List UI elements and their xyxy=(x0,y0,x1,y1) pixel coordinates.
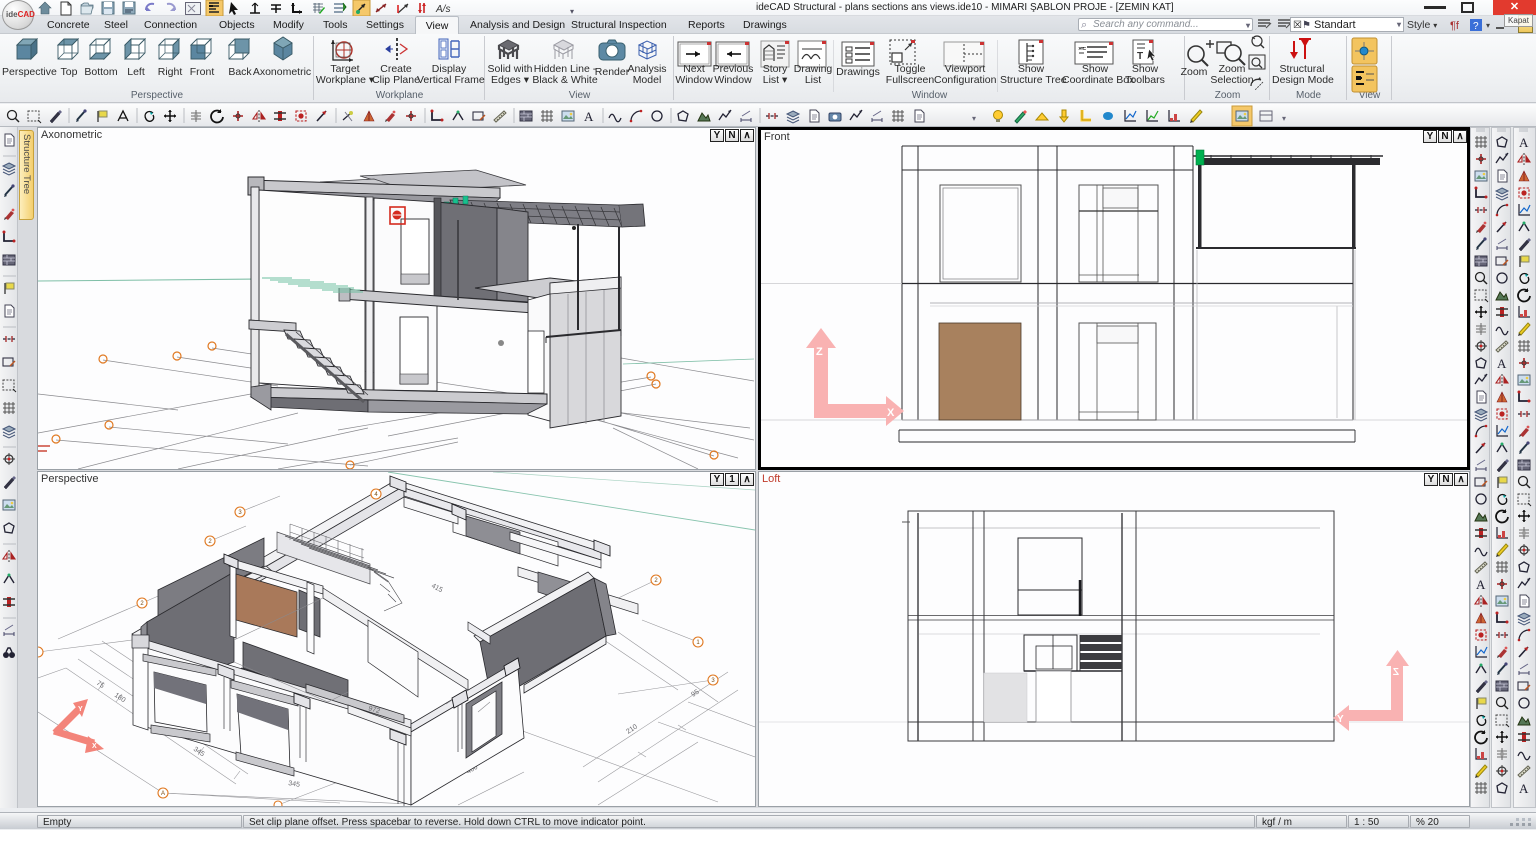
svg-text:?: ? xyxy=(1473,21,1479,32)
svg-text:×=: ×= xyxy=(1078,46,1086,53)
svg-text:▾: ▾ xyxy=(1486,21,1490,30)
svg-text:▾: ▾ xyxy=(972,114,976,123)
svg-text:X: X xyxy=(92,743,97,750)
svg-text:A: A xyxy=(1519,781,1529,796)
svg-text:A: A xyxy=(1497,356,1507,371)
svg-text:A: A xyxy=(161,791,165,797)
svg-text:A: A xyxy=(1519,135,1529,150)
svg-text:A/s: A/s xyxy=(435,4,450,15)
svg-text:Z: Z xyxy=(816,346,823,358)
svg-text:Y: Y xyxy=(78,706,83,713)
svg-text:▾: ▾ xyxy=(1282,114,1286,123)
svg-text:A: A xyxy=(584,109,594,124)
svg-text:▾: ▾ xyxy=(570,7,574,16)
svg-text:T: T xyxy=(1137,51,1143,62)
svg-text:95: 95 xyxy=(690,689,700,699)
svg-text:Z: Z xyxy=(1393,667,1399,678)
svg-text:415: 415 xyxy=(430,583,444,595)
svg-text:A: A xyxy=(1476,577,1486,592)
svg-text:X: X xyxy=(887,407,895,419)
svg-text:Y: Y xyxy=(1337,714,1344,725)
svg-text:¶f: ¶f xyxy=(1450,20,1460,32)
svg-text:180: 180 xyxy=(113,692,127,704)
svg-text:345: 345 xyxy=(288,780,301,789)
svg-text:210: 210 xyxy=(625,723,639,735)
